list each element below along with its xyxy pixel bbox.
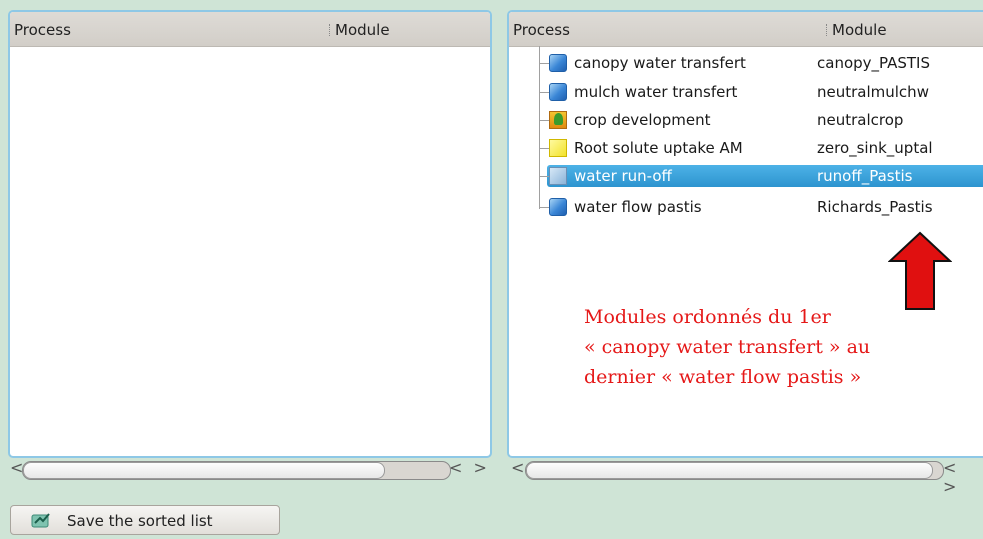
save-sorted-list-button[interactable]: Save the sorted list xyxy=(10,505,280,535)
process-name: mulch water transfert xyxy=(574,83,738,101)
left-header-module[interactable]: Module xyxy=(331,12,390,46)
module-name: neutralcrop xyxy=(817,111,904,129)
red-arrow-up-icon xyxy=(888,231,952,310)
annotation-text: Modules ordonnés du 1er « canopy water tr… xyxy=(584,302,870,392)
yellow-square-icon xyxy=(549,139,567,157)
process-name: crop development xyxy=(574,111,711,129)
right-horizontal-scrollbar[interactable]: < < > xyxy=(507,458,983,496)
annotation-line: Modules ordonnés du 1er xyxy=(584,306,831,328)
scroll-thumb[interactable] xyxy=(526,462,933,479)
crop-plant-icon xyxy=(549,111,567,129)
right-process-list[interactable]: Process Module canopy water transfert ca… xyxy=(507,10,983,458)
scroll-track[interactable] xyxy=(525,461,944,480)
tree-branch-line xyxy=(539,176,549,177)
process-row[interactable]: Root solute uptake AM zero_sink_uptal xyxy=(509,137,983,159)
scroll-thumb[interactable] xyxy=(23,462,385,479)
column-separator[interactable] xyxy=(329,24,330,36)
tree-branch-line xyxy=(539,207,549,208)
left-process-list[interactable]: Process Module xyxy=(8,10,492,458)
process-row[interactable]: canopy water transfert canopy_PASTIS xyxy=(509,52,983,74)
scroll-right-arrows-icon[interactable]: < > xyxy=(449,458,490,477)
column-separator[interactable] xyxy=(826,24,827,36)
process-name: canopy water transfert xyxy=(574,54,746,72)
blue-square-icon xyxy=(549,54,567,72)
process-row[interactable]: mulch water transfert neutralmulchw xyxy=(509,81,983,103)
right-header-process[interactable]: Process xyxy=(509,12,570,46)
process-row-selected[interactable]: water run-off runoff_Pastis xyxy=(509,165,983,187)
process-row[interactable]: crop development neutralcrop xyxy=(509,109,983,131)
right-list-header: Process Module xyxy=(509,12,983,47)
process-name: water flow pastis xyxy=(574,198,702,216)
annotation-line: « canopy water transfert » au xyxy=(584,336,871,358)
annotation-line: dernier « water flow pastis » xyxy=(584,366,862,388)
module-name: canopy_PASTIS xyxy=(817,54,930,72)
process-name: Root solute uptake AM xyxy=(574,139,743,157)
left-header-process[interactable]: Process xyxy=(10,12,71,46)
scroll-track[interactable] xyxy=(22,461,451,480)
runoff-icon xyxy=(549,167,567,185)
blue-square-icon xyxy=(549,83,567,101)
right-header-module[interactable]: Module xyxy=(828,12,887,46)
scroll-right-arrows-icon[interactable]: < > xyxy=(943,458,983,496)
module-name: runoff_Pastis xyxy=(817,167,913,185)
module-name: zero_sink_uptal xyxy=(817,139,933,157)
module-name: neutralmulchw xyxy=(817,83,929,101)
blue-square-icon xyxy=(549,198,567,216)
scroll-left-arrow-icon[interactable]: < xyxy=(511,458,524,477)
process-row[interactable]: water flow pastis Richards_Pastis xyxy=(509,196,983,218)
tree-branch-line xyxy=(539,148,549,149)
process-name: water run-off xyxy=(574,167,672,185)
module-name: Richards_Pastis xyxy=(817,198,933,216)
save-sort-icon xyxy=(31,513,50,528)
left-horizontal-scrollbar[interactable]: < < > xyxy=(8,458,492,482)
tree-branch-line xyxy=(539,63,549,64)
tree-branch-line xyxy=(539,92,549,93)
left-list-header: Process Module xyxy=(10,12,490,47)
tree-branch-line xyxy=(539,120,549,121)
save-button-label: Save the sorted list xyxy=(67,512,213,530)
